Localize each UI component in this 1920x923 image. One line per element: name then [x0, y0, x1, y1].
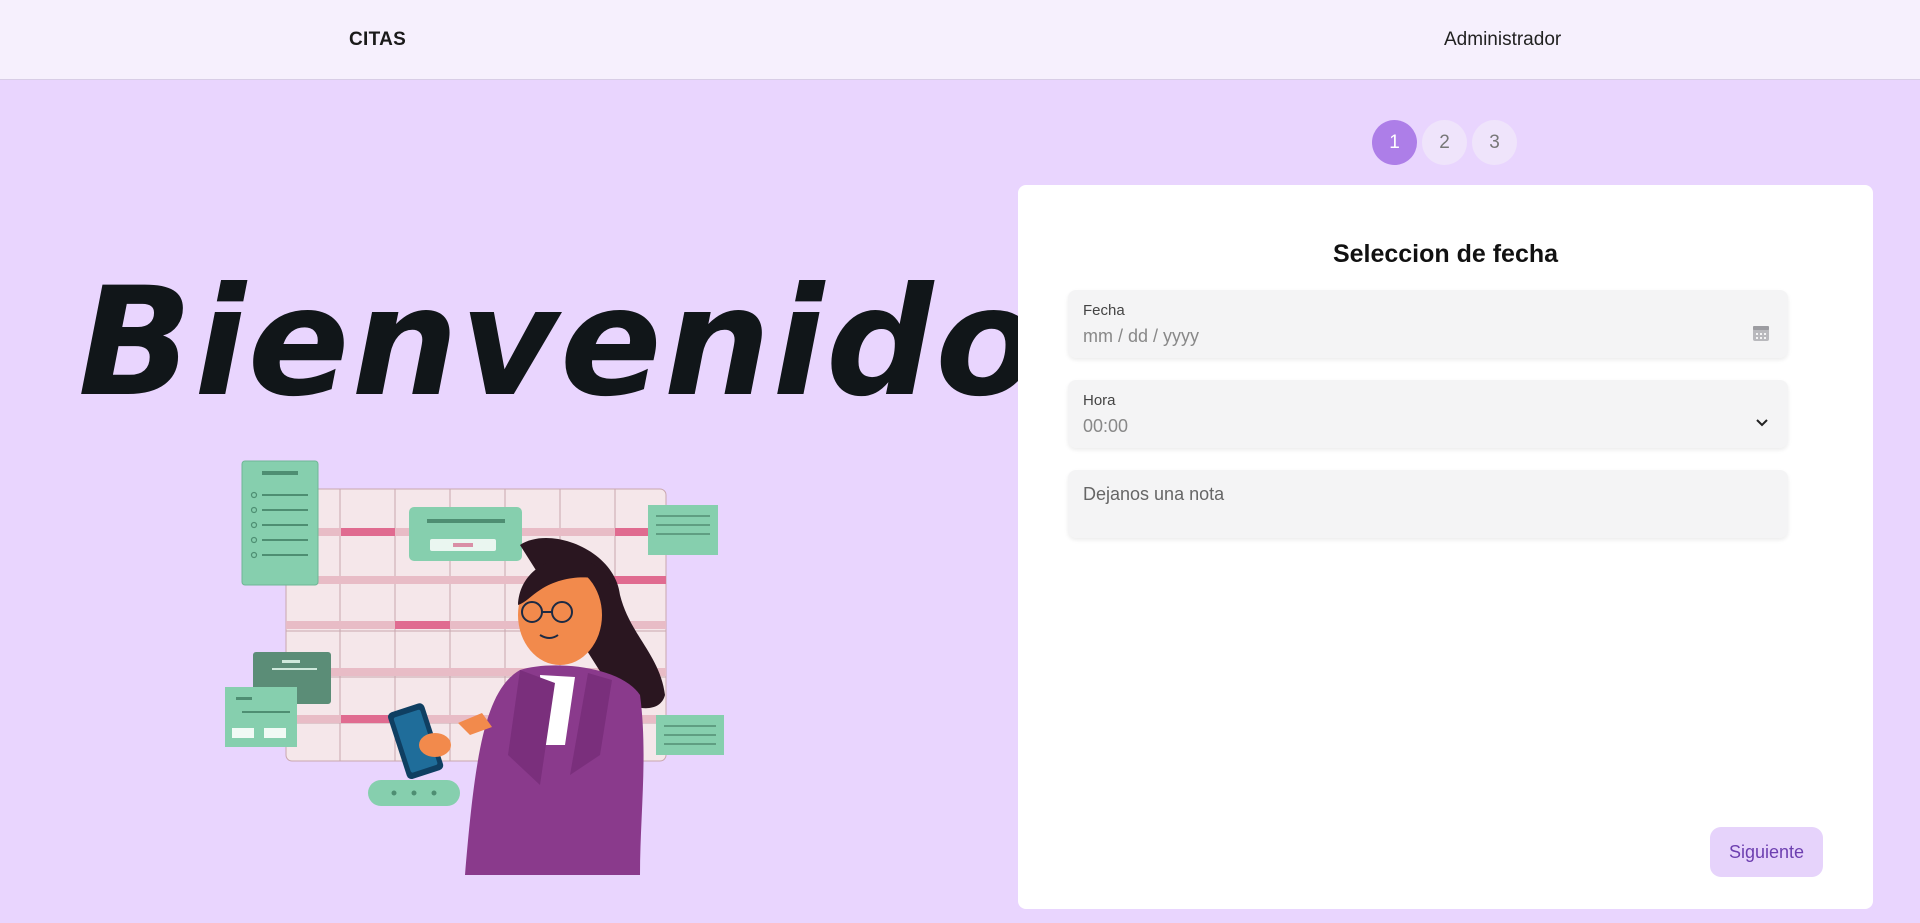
top-navbar: CITAS Administrador: [0, 0, 1920, 80]
step-3[interactable]: 3: [1472, 120, 1517, 165]
step-2[interactable]: 2: [1422, 120, 1467, 165]
booking-form-card: Seleccion de fecha Fecha mm / dd / yyyy …: [1018, 185, 1873, 909]
note-textarea[interactable]: Dejanos una nota: [1083, 484, 1224, 505]
welcome-heading: Bienvenido: [78, 256, 1041, 430]
chevron-down-icon[interactable]: [1754, 414, 1770, 435]
time-label: Hora: [1083, 392, 1116, 409]
appointment-illustration: [225, 460, 724, 875]
time-select[interactable]: 00:00: [1083, 416, 1128, 437]
brand-link[interactable]: CITAS: [349, 29, 406, 51]
date-input[interactable]: mm / dd / yyyy: [1083, 326, 1199, 347]
calendar-icon[interactable]: [1752, 324, 1770, 347]
date-label: Fecha: [1083, 302, 1125, 319]
note-field[interactable]: Dejanos una nota: [1068, 470, 1788, 538]
date-field[interactable]: Fecha mm / dd / yyyy: [1068, 290, 1788, 358]
step-1[interactable]: 1: [1372, 120, 1417, 165]
step-indicator: 1 2 3: [1372, 120, 1517, 165]
form-title: Seleccion de fecha: [1332, 240, 1559, 268]
admin-link[interactable]: Administrador: [1444, 29, 1561, 51]
time-field[interactable]: Hora 00:00: [1068, 380, 1788, 448]
next-button[interactable]: Siguiente: [1710, 827, 1823, 877]
